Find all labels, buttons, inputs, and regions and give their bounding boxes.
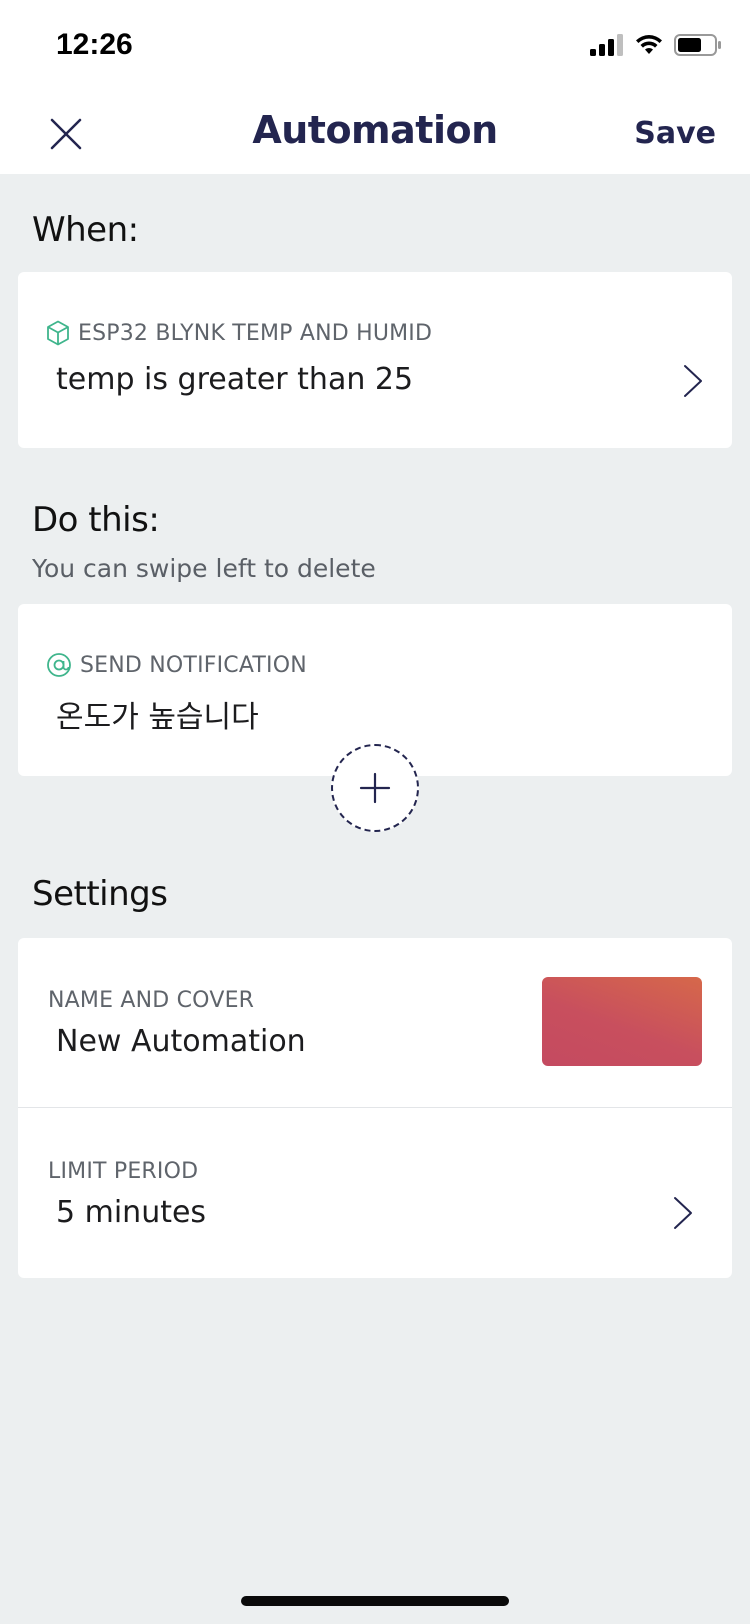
- settings-divider: [18, 1107, 732, 1108]
- do-this-heading: Do this:: [32, 500, 160, 540]
- status-time: 12:26: [56, 28, 133, 61]
- at-icon: [47, 653, 71, 677]
- trigger-device-label: ESP32 BLYNK TEMP AND HUMID: [46, 320, 432, 346]
- action-type: SEND NOTIFICATION: [80, 652, 307, 678]
- action-type-label: SEND NOTIFICATION: [46, 652, 307, 678]
- save-button[interactable]: Save: [634, 116, 716, 151]
- battery-icon: [674, 34, 721, 56]
- chevron-right-icon[interactable]: [672, 1195, 694, 1231]
- signal-icon: [590, 34, 623, 56]
- trigger-card[interactable]: ESP32 BLYNK TEMP AND HUMID temp is great…: [18, 272, 732, 448]
- when-heading: When:: [32, 210, 139, 250]
- chevron-right-icon[interactable]: [682, 363, 704, 399]
- name-and-cover-label: NAME AND COVER: [48, 988, 255, 1013]
- status-icons: [590, 30, 722, 60]
- limit-period-label: LIMIT PERIOD: [48, 1159, 199, 1184]
- limit-period-value: 5 minutes: [56, 1195, 207, 1230]
- action-message: 온도가 높습니다: [56, 700, 259, 735]
- status-bar: 12:26: [0, 0, 750, 92]
- trigger-device: ESP32 BLYNK TEMP AND HUMID: [78, 320, 433, 346]
- settings-heading: Settings: [32, 874, 168, 914]
- limit-period-row[interactable]: LIMIT PERIOD 5 minutes: [18, 1107, 732, 1278]
- swipe-hint: You can swipe left to delete: [32, 554, 376, 583]
- cube-icon: [47, 320, 69, 346]
- cover-thumbnail[interactable]: [542, 977, 702, 1066]
- add-action-button[interactable]: [331, 744, 419, 832]
- nav-bar: Automation Save: [0, 92, 750, 174]
- home-indicator[interactable]: [241, 1596, 509, 1606]
- plus-icon: [359, 772, 391, 804]
- trigger-condition: temp is greater than 25: [56, 362, 414, 397]
- wifi-icon: [636, 35, 662, 54]
- automation-name: New Automation: [56, 1024, 306, 1059]
